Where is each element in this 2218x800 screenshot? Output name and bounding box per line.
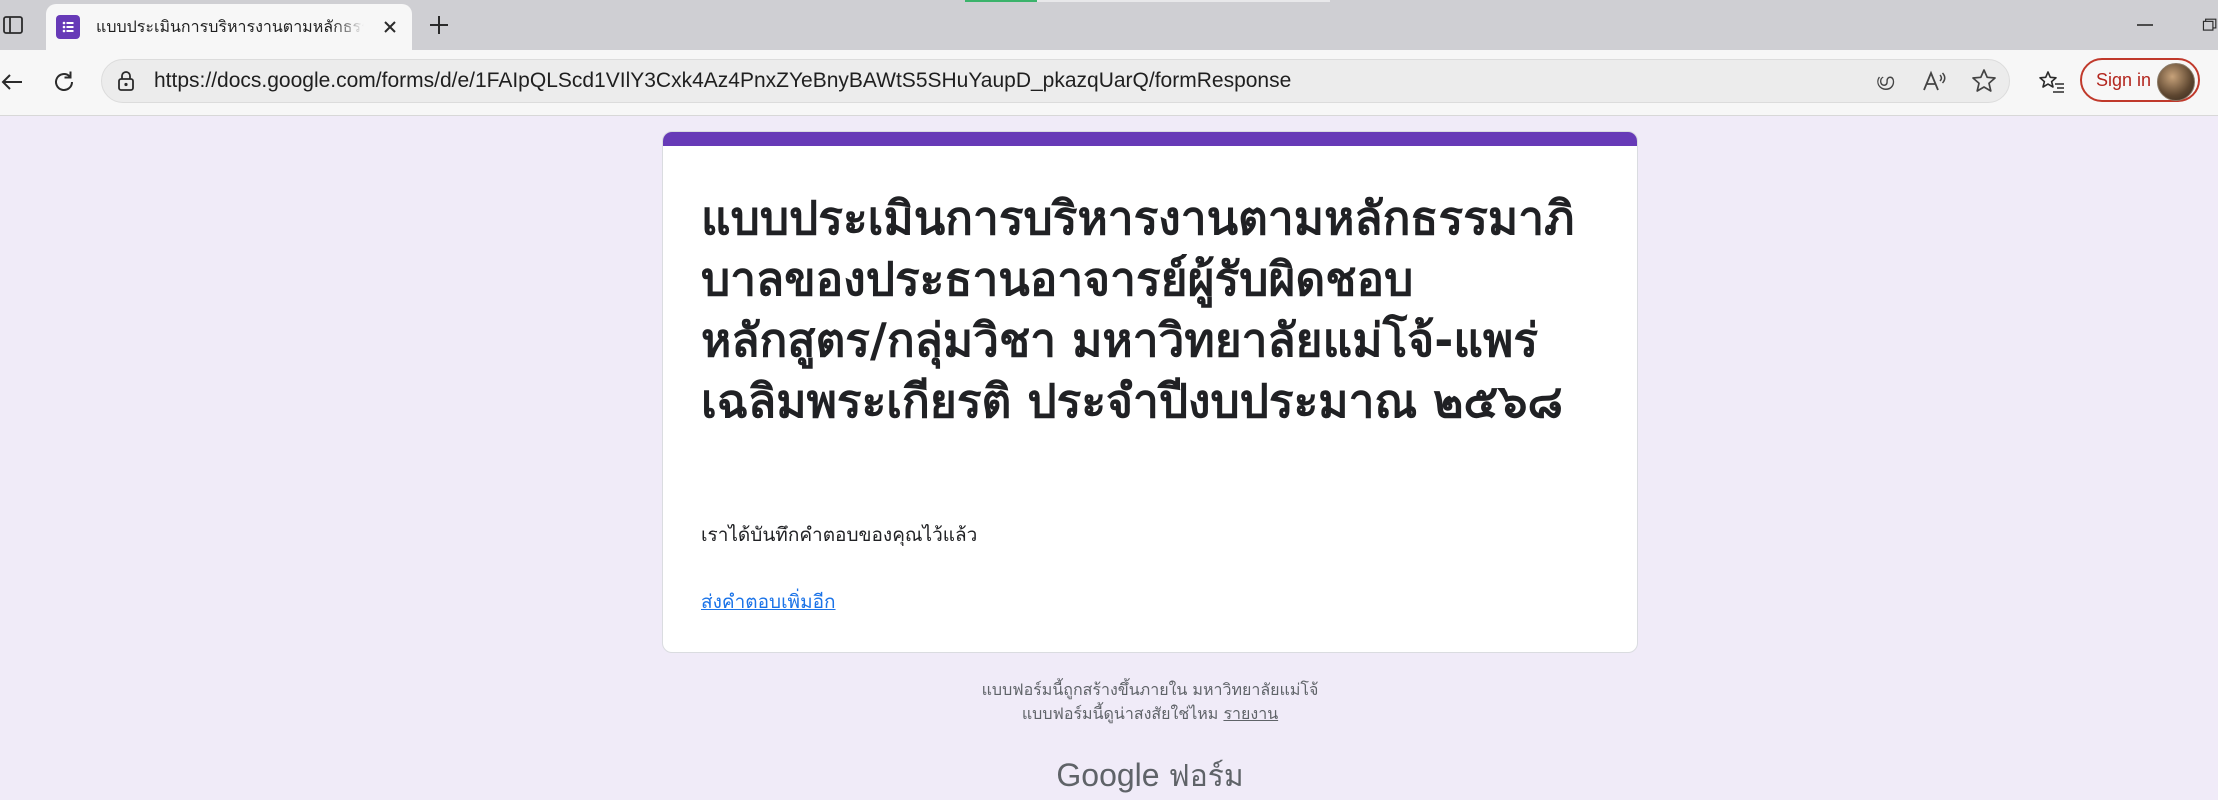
google-forms-favicon-icon: [56, 15, 80, 39]
browser-toolbar: https://docs.google.com/forms/d/e/1FAIpQ…: [0, 50, 2218, 116]
address-bar[interactable]: https://docs.google.com/forms/d/e/1FAIpQ…: [101, 59, 2010, 103]
browser-tab-strip: แบบประเมินการบริหารงานตามหลักธรรมาภิบาล: [0, 0, 2218, 50]
google-forms-logo[interactable]: Google ฟอร์ม: [662, 753, 1638, 800]
new-tab-icon[interactable]: [424, 10, 454, 40]
tab-close-icon[interactable]: [378, 15, 402, 39]
sidebar-toggle-icon[interactable]: [0, 12, 26, 38]
favorites-list-icon[interactable]: [2036, 66, 2068, 98]
tab-active[interactable]: แบบประเมินการบริหารงานตามหลักธรรมาภิบาล: [46, 4, 412, 50]
submit-another-response-link[interactable]: ส่งคำตอบเพิ่มอีก: [701, 587, 836, 617]
footer-suspicious-question: แบบฟอร์มนี้ดูน่าสงสัยใช่ไหม: [1021, 704, 1219, 723]
sign-in-button[interactable]: Sign in: [2080, 58, 2200, 102]
tab-title: แบบประเมินการบริหารงานตามหลักธรรมาภิบาล: [96, 16, 364, 36]
confirmation-message: เราได้บันทึกคำตอบของคุณไว้แล้ว: [701, 524, 978, 546]
url-text[interactable]: https://docs.google.com/forms/d/e/1FAIpQ…: [154, 60, 1291, 102]
report-link[interactable]: รายงาน: [1223, 704, 1278, 723]
restore-window-icon[interactable]: [2202, 12, 2218, 38]
translate-icon[interactable]: ഗ്ര: [1870, 68, 1900, 94]
back-arrow-icon[interactable]: [0, 68, 24, 96]
forms-wordmark: ฟอร์ม: [1168, 760, 1244, 793]
read-aloud-icon[interactable]: [1920, 68, 1950, 94]
footer-report-line: แบบฟอร์มนี้ดูน่าสงสัยใช่ไหม รายงาน: [662, 702, 1638, 726]
refresh-icon[interactable]: [48, 66, 80, 98]
form-title: แบบประเมินการบริหารงานตามหลักธรรมาภิบาลข…: [701, 191, 1575, 428]
form-footer: แบบฟอร์มนี้ถูกสร้างขึ้นภายใน มหาวิทยาลัย…: [662, 678, 1638, 726]
form-accent-bar: [663, 132, 1637, 146]
sign-in-label: Sign in: [2096, 69, 2152, 90]
form-confirmation-card: แบบประเมินการบริหารงานตามหลักธรรมาภิบาลข…: [662, 131, 1638, 653]
footer-created-in: แบบฟอร์มนี้ถูกสร้างขึ้นภายใน มหาวิทยาลัย…: [981, 680, 1319, 699]
page-load-indicator: [965, 0, 1330, 2]
site-info-lock-icon[interactable]: [114, 69, 138, 93]
favorite-star-icon[interactable]: [1969, 67, 1999, 95]
profile-avatar: [2157, 63, 2195, 101]
minimize-window-icon[interactable]: [2130, 12, 2160, 38]
google-wordmark: Google: [1056, 757, 1160, 793]
